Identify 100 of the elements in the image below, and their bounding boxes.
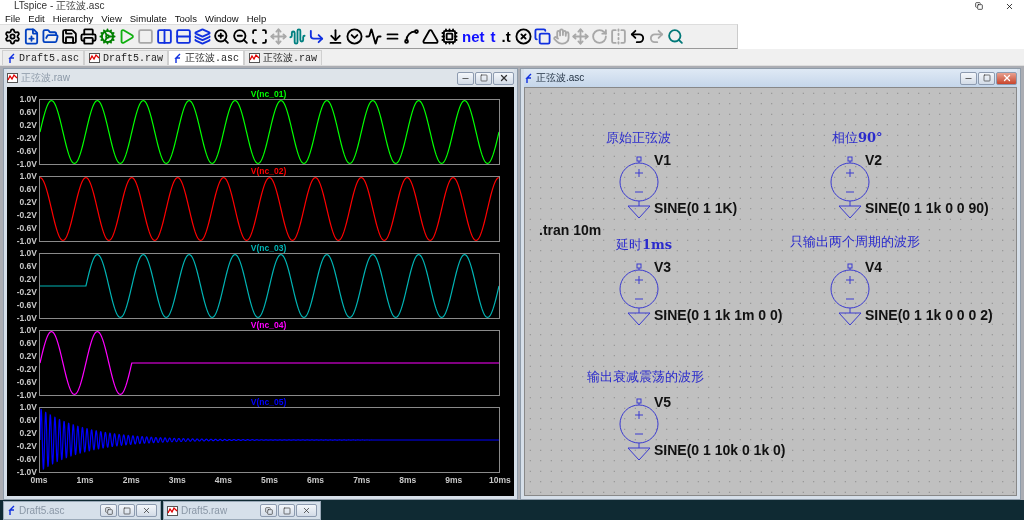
y-tick-label: 0.2V	[18, 429, 37, 438]
part-name: V5	[654, 394, 672, 410]
part-value: SINE(0 1 1k 0 0 90)	[865, 200, 989, 216]
y-tick-label: 0.2V	[18, 198, 37, 207]
zoom-fit-icon[interactable]	[251, 28, 268, 45]
y-tick-label: -0.6V	[15, 455, 37, 464]
save-icon[interactable]	[61, 28, 78, 45]
y-tick-label: -0.6V	[15, 301, 37, 310]
y-tick-label: -0.2V	[15, 211, 37, 220]
x-tick-label: 4ms	[213, 474, 233, 486]
maximize-button[interactable]	[978, 71, 995, 85]
waveform-icon[interactable]	[289, 28, 306, 45]
duplicate-icon[interactable]	[533, 28, 551, 45]
minimize-button[interactable]	[960, 71, 977, 85]
menu-item[interactable]: Hierarchy	[52, 12, 94, 24]
part-name: V4	[865, 259, 883, 275]
y-tick-label: -1.0V	[15, 237, 37, 246]
y-tick-label: 0.6V	[18, 262, 37, 271]
menu-item[interactable]: File	[5, 12, 21, 24]
net-tool-button[interactable]: net	[460, 27, 487, 46]
schematic-window-title: 正弦波.asc	[524, 71, 585, 85]
close-button[interactable]	[493, 71, 514, 85]
y-tick-label: 1.0V	[18, 326, 37, 335]
x-tick-label: 5ms	[259, 474, 279, 486]
y-tick-label: 0.6V	[18, 339, 37, 348]
comment-text: 只输出两个周期的波形	[790, 233, 920, 251]
close-button[interactable]	[296, 504, 317, 517]
curve-icon[interactable]	[403, 28, 420, 45]
y-tick-label: -0.2V	[15, 442, 37, 451]
zoom-in-icon[interactable]	[213, 28, 230, 45]
y-tick-label: 0.2V	[18, 275, 37, 284]
part-name: V3	[654, 259, 672, 275]
y-tick-label: 0.6V	[18, 108, 37, 117]
close-icon	[498, 73, 509, 83]
document-tab[interactable]: 正弦波.raw	[244, 50, 323, 65]
document-tab[interactable]: Draft5.asc	[2, 50, 84, 65]
menu-item[interactable]: Tools	[174, 12, 197, 24]
menu-item[interactable]: Window	[204, 12, 239, 24]
menu-item[interactable]: Edit	[28, 12, 45, 24]
part-value: SINE(0 1 1k 1m 0 0)	[654, 307, 783, 323]
y-tick-label: -0.6V	[15, 147, 37, 156]
cog-icon[interactable]	[99, 28, 116, 45]
restore-button[interactable]	[100, 504, 117, 517]
close-button[interactable]	[136, 504, 157, 517]
y-tick-label: 1.0V	[18, 403, 37, 412]
chip-icon[interactable]	[441, 28, 458, 45]
part-name: V1	[654, 152, 672, 168]
new-file-icon[interactable]	[23, 28, 40, 45]
cascade-icon[interactable]	[194, 28, 211, 45]
directive-tool-button[interactable]: .t	[499, 27, 513, 46]
document-tab[interactable]: Draft5.raw	[84, 50, 169, 65]
menu-item[interactable]: Help	[246, 12, 267, 24]
restore-icon	[104, 506, 113, 515]
folder-icon[interactable]	[42, 28, 59, 45]
wire-icon[interactable]	[308, 28, 325, 45]
y-tick-label: -0.6V	[15, 378, 37, 387]
y-tick-label: 1.0V	[18, 172, 37, 181]
gear-icon[interactable]	[4, 28, 21, 45]
window-title: LTspice - 正弦波.asc	[14, 0, 105, 12]
part-value: SINE(0 1 1K)	[654, 200, 738, 216]
menu-item[interactable]: Simulate	[129, 12, 167, 24]
text-tool-button[interactable]: t	[488, 27, 498, 46]
minimize-button[interactable]	[457, 71, 474, 85]
waveform-window-title: 正弦波.raw	[7, 71, 70, 85]
zoom-out-icon[interactable]	[232, 28, 249, 45]
restore-button[interactable]	[260, 504, 277, 517]
play-icon[interactable]	[118, 28, 135, 45]
plot-icon	[167, 505, 178, 516]
x-tick-label: 10ms	[488, 474, 512, 486]
y-tick-label: 0.6V	[18, 185, 37, 194]
maximize-button[interactable]	[118, 504, 135, 517]
y-tick-label: -1.0V	[15, 391, 37, 400]
plot-icon	[7, 73, 18, 83]
undo-icon[interactable]	[628, 28, 646, 45]
x-tick-label: 2ms	[121, 474, 141, 486]
plot-icon	[249, 53, 261, 63]
y-tick-label: 1.0V	[18, 249, 37, 258]
comment-text: 延时1ms	[616, 236, 673, 254]
y-tick-label: -0.2V	[15, 134, 37, 143]
restore-icon	[264, 506, 273, 515]
rows-icon[interactable]	[175, 28, 192, 45]
x-tick-label: 1ms	[75, 474, 95, 486]
x-tick-label: 9ms	[444, 474, 464, 486]
printer-icon[interactable]	[80, 28, 97, 45]
document-tab[interactable]: 正弦波.asc	[168, 50, 245, 65]
maximize-button[interactable]	[278, 504, 295, 517]
search-icon[interactable]	[666, 28, 684, 45]
part-value: SINE(0 1 10k 0 1k 0)	[654, 442, 786, 458]
spice-directive: .tran 10m	[539, 222, 602, 238]
maximize-icon	[122, 506, 131, 515]
close-icon[interactable]	[1005, 1, 1014, 11]
x-tick-label: 8ms	[398, 474, 418, 486]
y-tick-label: -0.6V	[15, 224, 37, 233]
menu-item[interactable]: View	[101, 12, 122, 24]
y-tick-label: -1.0V	[15, 468, 37, 477]
zigzag-icon[interactable]	[365, 28, 382, 45]
delete-icon[interactable]	[514, 28, 532, 45]
restore-icon[interactable]	[975, 2, 983, 10]
triangle-icon[interactable]	[422, 28, 439, 45]
columns-icon[interactable]	[156, 28, 173, 45]
